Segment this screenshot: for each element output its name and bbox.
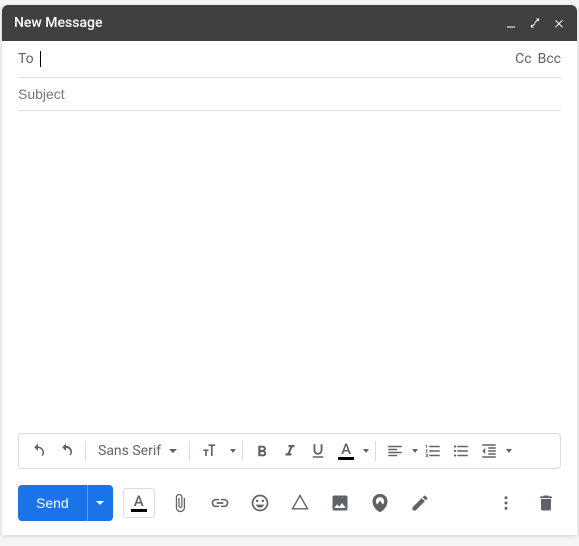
insert-drive-icon[interactable] xyxy=(285,488,315,518)
insert-link-icon[interactable] xyxy=(205,488,235,518)
font-size-button[interactable] xyxy=(196,437,226,465)
format-toolbar: Sans Serif A xyxy=(18,433,561,469)
to-row[interactable]: To Cc Bcc xyxy=(18,41,561,78)
attach-file-icon[interactable] xyxy=(165,488,195,518)
to-label: To xyxy=(18,51,34,67)
to-input[interactable] xyxy=(41,49,515,69)
cc-button[interactable]: Cc xyxy=(515,51,531,67)
indent-button[interactable] xyxy=(476,437,502,465)
window-controls xyxy=(505,17,565,29)
subject-input[interactable] xyxy=(18,86,561,102)
more-options-icon[interactable] xyxy=(491,488,521,518)
compose-window: New Message To Cc Bcc xyxy=(2,5,577,535)
text-color-button[interactable]: A xyxy=(333,437,359,465)
insert-emoji-icon[interactable] xyxy=(245,488,275,518)
send-button[interactable]: Send xyxy=(18,485,87,521)
font-family-label: Sans Serif xyxy=(98,443,161,459)
numbered-list-button[interactable] xyxy=(420,437,446,465)
confidential-mode-icon[interactable] xyxy=(365,488,395,518)
chevron-down-icon xyxy=(169,449,177,453)
format-options-button[interactable]: A xyxy=(123,488,155,518)
underline-button[interactable] xyxy=(305,437,331,465)
align-button[interactable] xyxy=(382,437,408,465)
chevron-down-icon xyxy=(96,501,104,505)
separator xyxy=(189,441,190,461)
undo-button[interactable] xyxy=(25,437,51,465)
action-bar: Send A xyxy=(2,475,577,535)
bcc-button[interactable]: Bcc xyxy=(538,51,561,67)
italic-button[interactable] xyxy=(277,437,303,465)
insert-signature-icon[interactable] xyxy=(405,488,435,518)
separator xyxy=(85,441,86,461)
separator xyxy=(375,441,376,461)
close-icon[interactable] xyxy=(553,17,565,29)
font-family-select[interactable]: Sans Serif xyxy=(92,443,183,459)
chevron-down-icon[interactable] xyxy=(412,449,418,453)
bold-button[interactable] xyxy=(249,437,275,465)
insert-photo-icon[interactable] xyxy=(325,488,355,518)
fullscreen-icon[interactable] xyxy=(529,17,541,29)
minimize-icon[interactable] xyxy=(505,17,517,29)
chevron-down-icon[interactable] xyxy=(506,449,512,453)
subject-row[interactable] xyxy=(18,78,561,111)
bulleted-list-button[interactable] xyxy=(448,437,474,465)
chevron-down-icon[interactable] xyxy=(363,449,369,453)
redo-button[interactable] xyxy=(53,437,79,465)
send-options-button[interactable] xyxy=(87,485,113,521)
send-group: Send xyxy=(18,485,113,521)
titlebar[interactable]: New Message xyxy=(2,5,577,41)
separator xyxy=(242,441,243,461)
message-body[interactable] xyxy=(2,111,577,433)
chevron-down-icon[interactable] xyxy=(230,449,236,453)
title-text: New Message xyxy=(14,15,505,31)
discard-draft-icon[interactable] xyxy=(531,488,561,518)
